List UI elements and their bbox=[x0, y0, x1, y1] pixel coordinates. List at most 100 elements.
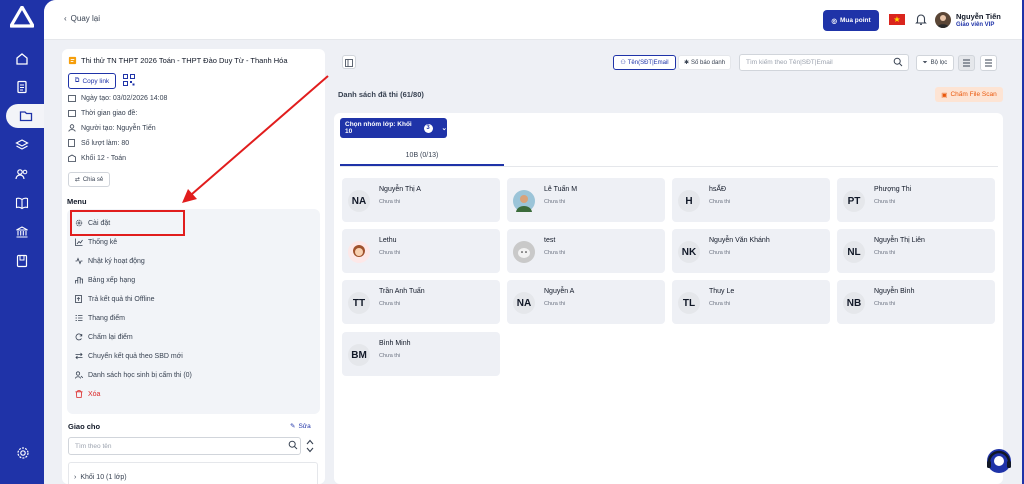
student-status: Chưa thi bbox=[544, 250, 566, 256]
student-avatar: TL bbox=[678, 292, 700, 314]
qr-code-icon[interactable] bbox=[123, 74, 135, 86]
back-link[interactable]: ‹ Quay lại bbox=[64, 14, 100, 23]
edit-icon: ✎ bbox=[290, 423, 296, 430]
tab-sbd-label: Số báo danh bbox=[691, 59, 726, 66]
student-name: Nguyễn Văn Khánh bbox=[709, 237, 770, 244]
student-status: Chưa thi bbox=[709, 301, 731, 307]
trash-icon bbox=[75, 390, 83, 398]
coin-icon: ◎ bbox=[831, 17, 837, 25]
collapse-panel-button[interactable] bbox=[342, 55, 356, 69]
layers-icon[interactable] bbox=[8, 133, 36, 157]
student-card[interactable]: Lê Tuấn M Chưa thi bbox=[507, 178, 665, 222]
menu-item-delete[interactable]: Xóa bbox=[75, 390, 100, 398]
menu-heading: Menu bbox=[67, 197, 87, 206]
grade-text: Khối 12 - Toán bbox=[81, 154, 127, 162]
student-card[interactable]: TL Thuy Le Chưa thi bbox=[672, 280, 830, 324]
school-icon bbox=[68, 154, 76, 162]
assigned-group-item[interactable]: › Khối 10 (1 lớp) bbox=[74, 474, 127, 481]
search-icon[interactable] bbox=[893, 57, 903, 67]
tab-search-by-name[interactable]: ⚇ Tên(SĐT|Email bbox=[613, 55, 676, 70]
student-card[interactable]: PT Phượng Thi Chưa thi bbox=[837, 178, 995, 222]
user-name[interactable]: Nguyễn Tiến bbox=[956, 12, 1001, 21]
users-icon[interactable] bbox=[8, 162, 36, 186]
document-icon[interactable] bbox=[8, 75, 36, 99]
assign-search-input[interactable]: Tìm theo tên bbox=[68, 437, 301, 455]
student-name: Nguyễn A bbox=[544, 288, 575, 295]
upload-doc-icon bbox=[75, 295, 82, 303]
student-status: Chưa thi bbox=[544, 199, 566, 205]
created-date: Ngày tạo: 03/02/2026 14:08 bbox=[68, 94, 167, 102]
attempts-text: Số lượt làm: 80 bbox=[81, 139, 130, 147]
menu-item-banned-students[interactable]: Danh sách học sinh bị cấm thi (0) bbox=[75, 371, 192, 379]
bell-icon[interactable] bbox=[914, 12, 928, 26]
student-card[interactable]: NA Nguyễn A Chưa thi bbox=[507, 280, 665, 324]
tab-class-10b[interactable]: 10B (0/13) bbox=[340, 146, 504, 165]
student-card[interactable]: NA Nguyễn Thị A Chưa thi bbox=[342, 178, 500, 222]
folder-icon[interactable] bbox=[6, 104, 46, 128]
group-select-label: Chọn nhóm lớp: Khối 10 bbox=[345, 121, 412, 135]
created-date-text: Ngày tạo: 03/02/2026 14:08 bbox=[81, 94, 168, 102]
student-name: test bbox=[544, 237, 556, 244]
student-name: Nguyễn Thị Liên bbox=[874, 237, 925, 244]
tab-search-by-sbd[interactable]: ✱ Số báo danh bbox=[678, 55, 731, 70]
edit-assign-button[interactable]: ✎ Sửa bbox=[290, 422, 311, 431]
student-status: Chưa thi bbox=[544, 301, 566, 307]
student-avatar: NK bbox=[678, 241, 700, 263]
share-button[interactable]: ⇄ Chia sẻ bbox=[68, 172, 110, 187]
save-icon[interactable] bbox=[8, 249, 36, 273]
book-icon[interactable] bbox=[8, 191, 36, 215]
buy-point-button[interactable]: ◎ Mua point bbox=[823, 10, 879, 31]
filter-button[interactable]: ⏷ Bộ lọc bbox=[916, 55, 954, 71]
vietnam-flag-icon[interactable]: ★ bbox=[889, 14, 905, 25]
creator: Người tạo: Nguyễn Tiến bbox=[68, 124, 156, 132]
list-view-button[interactable] bbox=[980, 55, 997, 71]
sort-icon[interactable] bbox=[305, 438, 315, 454]
ranking-icon bbox=[75, 277, 83, 284]
menu-item-offline-results[interactable]: Trả kết quả thi Offline bbox=[75, 295, 155, 303]
filter-icon: ⏷ bbox=[922, 59, 928, 66]
exam-title: Thi thử TN THPT 2026 Toán - THPT Đào Duy… bbox=[81, 56, 288, 65]
menu-item-score-scale[interactable]: Thang điểm bbox=[75, 314, 125, 322]
chevron-right-icon: › bbox=[74, 474, 77, 481]
student-card[interactable]: Lethu Chưa thi bbox=[342, 229, 500, 273]
student-card[interactable]: NB Nguyễn Bình Chưa thi bbox=[837, 280, 995, 324]
menu-item-label: Thống kê bbox=[88, 238, 118, 246]
student-name: Nguyễn Bình bbox=[874, 288, 915, 295]
copy-link-button[interactable]: ⧉ Copy link bbox=[68, 73, 116, 89]
menu-item-activity-log[interactable]: Nhật ký hoạt động bbox=[75, 257, 145, 265]
bank-icon[interactable] bbox=[8, 220, 36, 244]
student-status: Chưa thi bbox=[874, 250, 896, 256]
file-scan-button[interactable]: ▣ Chấm File Scan bbox=[935, 87, 1003, 102]
student-card[interactable]: HhsẤĐ Chưa thi bbox=[672, 178, 830, 222]
student-card[interactable]: test Chưa thi bbox=[507, 229, 665, 273]
student-avatar bbox=[513, 241, 535, 263]
menu-item-statistics[interactable]: Thống kê bbox=[75, 238, 117, 246]
student-card[interactable]: NL Nguyễn Thị Liên Chưa thi bbox=[837, 229, 995, 273]
student-status: Chưa thi bbox=[379, 250, 401, 256]
home-icon[interactable] bbox=[8, 47, 36, 71]
search-icon[interactable] bbox=[288, 440, 298, 450]
creator-text: Người tạo: Nguyễn Tiến bbox=[81, 124, 156, 132]
menu-item-transfer-results[interactable]: Chuyển kết quả theo SBD mới bbox=[75, 352, 183, 360]
student-avatar: NA bbox=[348, 190, 370, 212]
user-icon bbox=[68, 124, 76, 132]
menu-item-label: Bảng xếp hạng bbox=[88, 276, 136, 284]
settings-icon[interactable] bbox=[16, 446, 30, 460]
activity-icon bbox=[75, 257, 83, 265]
student-card[interactable]: BM Bình Minh Chưa thi bbox=[342, 332, 500, 376]
student-card[interactable]: TT Trần Anh Tuấn Chưa thi bbox=[342, 280, 500, 324]
student-status: Chưa thi bbox=[379, 199, 401, 205]
menu-item-leaderboard[interactable]: Bảng xếp hạng bbox=[75, 276, 135, 284]
student-avatar bbox=[513, 190, 535, 212]
student-search-input[interactable]: Tìm kiếm theo Tên|SĐT|Email bbox=[739, 54, 909, 71]
list-icon bbox=[75, 315, 83, 321]
user-avatar[interactable] bbox=[935, 12, 951, 28]
menu-item-regrade[interactable]: Chấm lại điểm bbox=[75, 333, 133, 341]
grid-view-button[interactable] bbox=[958, 55, 975, 71]
logo-icon[interactable] bbox=[10, 6, 34, 28]
student-avatar: H bbox=[678, 190, 700, 212]
group-select-dropdown[interactable]: Chọn nhóm lớp: Khối 10 3 ⌄ bbox=[340, 118, 447, 138]
menu-list: Cài đặt Thống kê Nhật ký hoạt động Bảng … bbox=[67, 209, 320, 414]
student-card[interactable]: NK Nguyễn Văn Khánh Chưa thi bbox=[672, 229, 830, 273]
support-chat-icon[interactable] bbox=[983, 445, 1015, 477]
